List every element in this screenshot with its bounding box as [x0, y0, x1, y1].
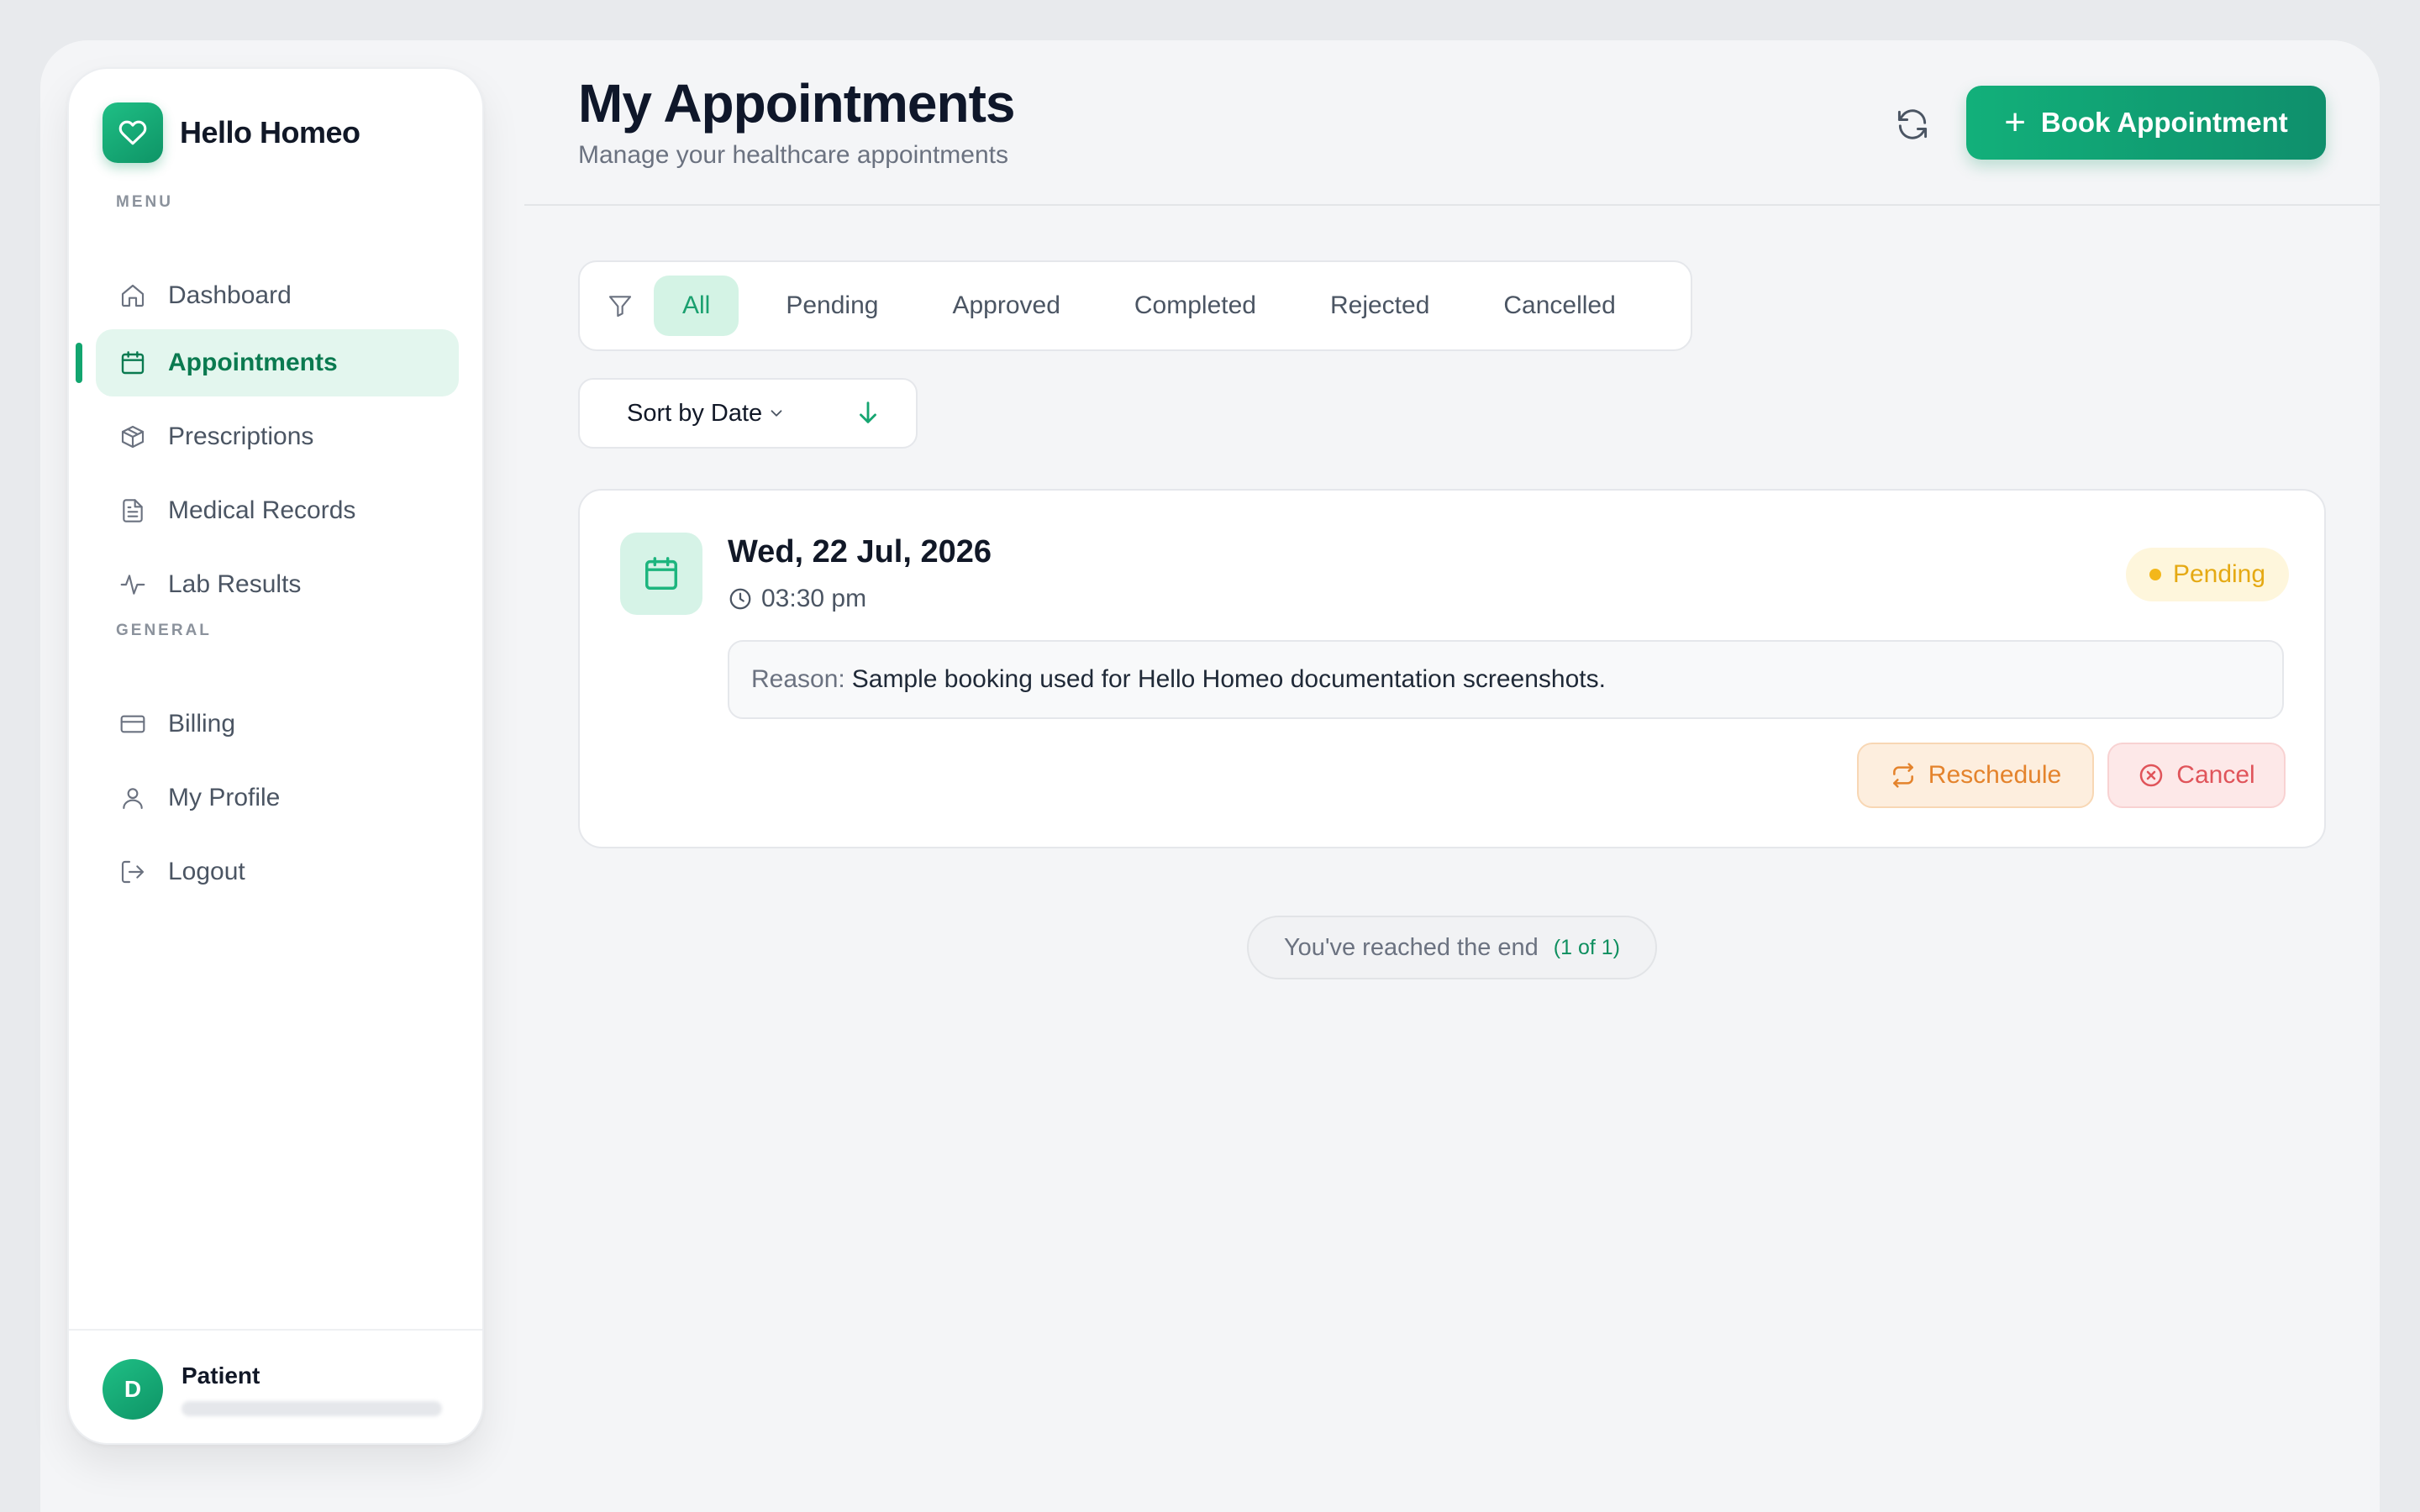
- user-icon: [118, 783, 148, 813]
- status-badge: Pending: [2126, 548, 2289, 601]
- sidebar-item-logout[interactable]: Logout: [96, 838, 459, 906]
- status-dot: [2149, 569, 2161, 580]
- sort-label: Sort by Date: [627, 399, 763, 427]
- refresh-button[interactable]: [1887, 99, 1938, 150]
- box-icon: [118, 422, 148, 452]
- book-appointment-label: Book Appointment: [2040, 107, 2288, 138]
- activity-icon: [118, 570, 148, 600]
- user-role: Patient: [182, 1362, 260, 1389]
- brand[interactable]: Hello Homeo: [103, 102, 360, 163]
- sidebar-item-label: Prescriptions: [168, 423, 314, 450]
- sidebar-item-medical-records[interactable]: Medical Records: [96, 477, 459, 544]
- repeat-icon: [1890, 762, 1917, 789]
- general-section-label: GENERAL: [116, 622, 212, 639]
- end-count: (1 of 1): [1553, 935, 1620, 959]
- end-message: You've reached the end: [1284, 933, 1539, 961]
- sidebar-item-lab-results[interactable]: Lab Results: [96, 551, 459, 618]
- heart-icon: [103, 102, 163, 163]
- clock-icon: [728, 586, 753, 612]
- sidebar-item-my-profile[interactable]: My Profile: [96, 764, 459, 832]
- appointment-date: Wed, 22 Jul, 2026: [728, 534, 992, 570]
- book-appointment-button[interactable]: + Book Appointment: [1966, 86, 2326, 160]
- appointment-time: 03:30 pm: [761, 585, 867, 612]
- logout-icon: [118, 857, 148, 887]
- calendar-icon: [620, 533, 702, 615]
- reason-box: Reason: Sample booking used for Hello Ho…: [728, 640, 2284, 719]
- appointment-time-row: 03:30 pm: [728, 585, 866, 613]
- status-label: Pending: [2172, 560, 2266, 588]
- x-circle-icon: [2138, 762, 2165, 789]
- sidebar: Hello Homeo MENU Dashboard Appointments …: [67, 67, 484, 1445]
- reschedule-label: Reschedule: [1928, 761, 2062, 789]
- user-profile-block[interactable]: D Patient: [103, 1359, 442, 1420]
- sidebar-item-label: Billing: [168, 710, 236, 738]
- cancel-label: Cancel: [2176, 761, 2255, 789]
- sidebar-item-label: Logout: [168, 858, 245, 885]
- sidebar-item-label: Dashboard: [168, 281, 292, 309]
- refresh-icon: [1897, 109, 1928, 139]
- sidebar-item-prescriptions[interactable]: Prescriptions: [96, 403, 459, 470]
- brand-name: Hello Homeo: [180, 115, 360, 150]
- tab-cancelled[interactable]: Cancelled: [1476, 276, 1642, 336]
- end-of-list-indicator: You've reached the end (1 of 1): [1247, 916, 1657, 979]
- page-title: My Appointments: [578, 73, 1015, 134]
- calendar-icon: [118, 348, 148, 378]
- sort-direction-button[interactable]: [854, 398, 882, 433]
- appointment-card: Wed, 22 Jul, 2026 03:30 pm Pending Reaso…: [578, 489, 2326, 848]
- reason-label: Reason:: [751, 665, 845, 693]
- status-filter-bar: All Pending Approved Completed Rejected …: [578, 260, 1692, 351]
- reschedule-button[interactable]: Reschedule: [1857, 743, 2094, 808]
- avatar: D: [103, 1359, 163, 1420]
- arrow-down-icon: [860, 402, 876, 423]
- filter-icon: [603, 289, 637, 323]
- sidebar-divider: [69, 1329, 482, 1331]
- tab-rejected[interactable]: Rejected: [1303, 276, 1456, 336]
- sort-select[interactable]: Sort by Date: [578, 378, 918, 449]
- sidebar-item-label: Lab Results: [168, 570, 302, 598]
- tab-completed[interactable]: Completed: [1107, 276, 1283, 336]
- home-icon: [118, 281, 148, 311]
- active-indicator: [76, 343, 82, 383]
- tab-approved[interactable]: Approved: [925, 276, 1086, 336]
- reason-text: Sample booking used for Hello Homeo docu…: [851, 665, 1606, 693]
- menu-section-label: MENU: [116, 193, 173, 211]
- sidebar-item-label: Appointments: [168, 349, 338, 376]
- sidebar-item-appointments[interactable]: Appointments: [96, 329, 459, 396]
- page-subtitle: Manage your healthcare appointments: [578, 141, 1008, 169]
- sidebar-item-label: Medical Records: [168, 496, 356, 524]
- sidebar-item-dashboard[interactable]: Dashboard: [96, 262, 459, 329]
- sidebar-item-label: My Profile: [168, 784, 281, 811]
- tab-all[interactable]: All: [654, 276, 739, 336]
- chevron-down-icon: [767, 404, 786, 423]
- credit-card-icon: [118, 709, 148, 739]
- user-email-redacted: [182, 1401, 442, 1416]
- document-icon: [118, 496, 148, 526]
- cancel-button[interactable]: Cancel: [2107, 743, 2286, 808]
- plus-icon: +: [2004, 102, 2026, 143]
- tab-pending[interactable]: Pending: [759, 276, 905, 336]
- sidebar-item-billing[interactable]: Billing: [96, 690, 459, 758]
- header-divider: [524, 204, 2380, 206]
